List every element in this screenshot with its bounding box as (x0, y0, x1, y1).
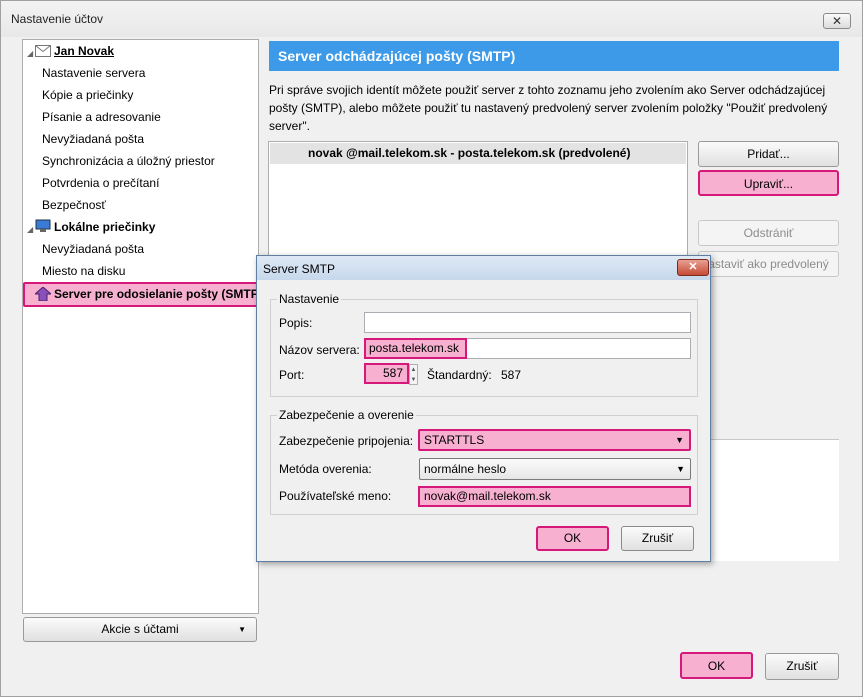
description-label: Popis: (279, 316, 313, 330)
auth-method-label: Metóda overenia: (279, 462, 372, 476)
mail-account-icon (35, 45, 51, 57)
outgoing-server-icon (35, 287, 51, 301)
window-close-button[interactable]: ✕ (823, 13, 851, 29)
server-name-label: Názov servera: (279, 343, 360, 357)
default-port-label: Štandardný: (427, 368, 492, 382)
server-name-value: posta.telekom.sk (364, 338, 468, 359)
tree-item-sync-storage[interactable]: Synchronizácia a úložný priestor (42, 151, 215, 171)
dialog-ok-button[interactable]: OK (536, 526, 609, 551)
connection-security-select[interactable]: STARTTLS ▼ (418, 429, 691, 451)
tree-item-server-settings[interactable]: Nastavenie servera (42, 63, 145, 83)
dialog-cancel-button[interactable]: Zrušiť (621, 526, 694, 551)
collapse-arrow-icon[interactable]: ◢ (27, 49, 33, 58)
add-server-button[interactable]: Pridať... (698, 141, 839, 167)
set-default-button[interactable]: astaviť ako predvolený (698, 251, 839, 277)
cancel-button[interactable]: Zrušiť (765, 653, 839, 680)
dialog-title: Server SMTP (263, 262, 336, 276)
connection-security-value: STARTTLS (424, 433, 485, 447)
tree-local-folders[interactable]: Lokálne priečinky (54, 217, 155, 237)
edit-server-button[interactable]: Upraviť... (698, 170, 839, 196)
tree-item-copies-folders[interactable]: Kópie a priečinky (42, 85, 133, 105)
server-name-input-box[interactable]: posta.telekom.sk (364, 338, 691, 359)
username-input[interactable]: novak@mail.telekom.sk (418, 486, 691, 507)
ok-button[interactable]: OK (680, 652, 753, 679)
dropdown-arrow-icon: ▼ (675, 435, 684, 445)
tree-item-smtp[interactable]: Server pre odosielanie pošty (SMTP) (23, 282, 263, 307)
tree-account-jan-novak[interactable]: Jan Novak (54, 41, 114, 61)
account-actions-button[interactable]: Akcie s účtami ▼ (23, 617, 257, 642)
remove-server-button[interactable]: Odstrániť (698, 220, 839, 246)
smtp-server-row[interactable]: novak @mail.telekom.sk - posta.telekom.s… (270, 143, 686, 164)
tree-item-local-junk[interactable]: Nevyžiadaná pošta (42, 239, 144, 259)
tree-item-junk[interactable]: Nevyžiadaná pošta (42, 129, 144, 149)
dropdown-arrow-icon: ▼ (676, 464, 685, 474)
tree-item-smtp-label: Server pre odosielanie pošty (SMTP) (54, 287, 263, 301)
tree-item-receipts[interactable]: Potvrdenia o prečítaní (42, 173, 159, 193)
auth-method-value: normálne heslo (424, 462, 507, 476)
connection-security-label: Zabezpečenie pripojenia: (279, 434, 414, 448)
tree-item-security[interactable]: Bezpečnosť (42, 195, 106, 215)
default-port-value: 587 (501, 368, 522, 382)
port-spinner[interactable]: ▲ ▼ (409, 364, 418, 385)
auth-method-select[interactable]: normálne heslo ▼ (419, 458, 691, 480)
panel-heading: Server odchádzajúcej pošty (SMTP) (269, 41, 839, 71)
panel-description: Pri správe svojich identít môžete použiť… (269, 83, 828, 133)
dialog-close-button[interactable]: ✕ (677, 259, 709, 276)
title-bar: Nastavenie účtov ✕ (1, 1, 862, 37)
local-folders-icon (35, 219, 51, 232)
tree-item-composition[interactable]: Písanie a adresovanie (42, 107, 161, 127)
port-label: Port: (279, 368, 305, 382)
window-title: Nastavenie účtov (11, 12, 104, 26)
port-input[interactable]: 587 (364, 363, 409, 384)
dialog-title-bar: Server SMTP ✕ (257, 256, 710, 280)
tree-item-disk-space[interactable]: Miesto na disku (42, 261, 125, 281)
server-details-area (691, 439, 839, 561)
account-actions-label: Akcie s účtami (101, 622, 179, 636)
description-input[interactable] (364, 312, 691, 333)
security-group-label: Zabezpečenie a overenie (277, 408, 416, 422)
collapse-arrow-icon[interactable]: ◢ (27, 225, 33, 234)
account-tree: ◢ Jan Novak Nastavenie servera Kópie a p… (22, 39, 263, 614)
settings-group-label: Nastavenie (277, 292, 342, 306)
username-label: Používateľské meno: (279, 489, 392, 503)
dropdown-arrow-icon: ▼ (238, 625, 246, 634)
smtp-server-dialog: Server SMTP ✕ Nastavenie Popis: Názov se… (256, 255, 711, 562)
